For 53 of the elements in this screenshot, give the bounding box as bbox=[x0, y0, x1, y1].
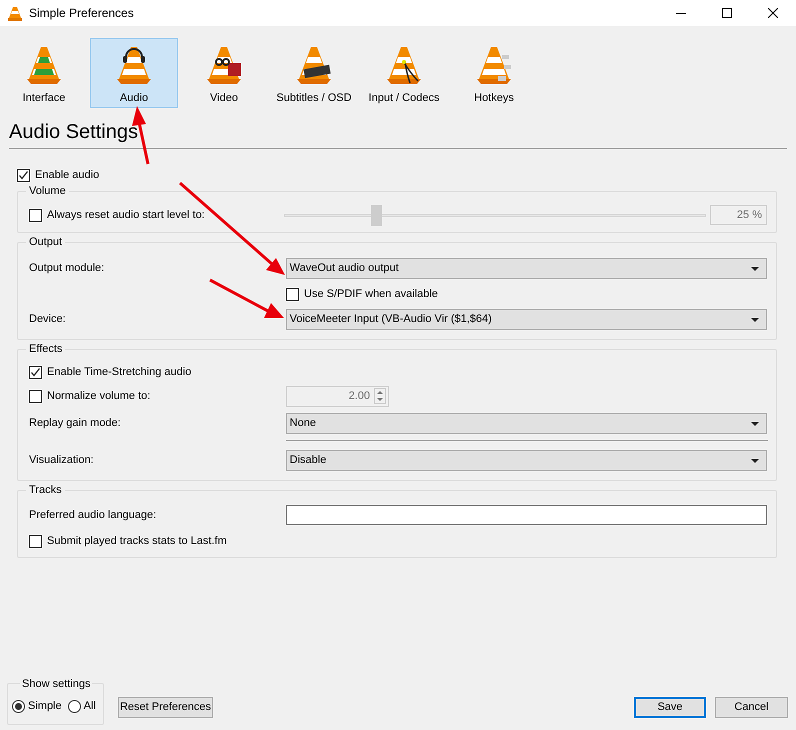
page-heading: Audio Settings bbox=[9, 120, 139, 144]
dropdown[interactable]: None bbox=[286, 413, 767, 434]
field-label: Replay gain mode: bbox=[29, 416, 122, 432]
reset-button[interactable]: Reset Preferences bbox=[118, 697, 213, 718]
close-icon[interactable] bbox=[768, 8, 778, 18]
radio-label: All bbox=[84, 699, 96, 714]
field-label: Preferred audio language: bbox=[29, 508, 158, 523]
checkbox[interactable] bbox=[286, 288, 299, 300]
traffic-cone-icon bbox=[206, 45, 242, 85]
caret-icon bbox=[751, 266, 759, 270]
checkbox[interactable] bbox=[17, 168, 30, 182]
checkbox[interactable] bbox=[29, 534, 42, 548]
value-field: 25 % bbox=[710, 205, 767, 225]
slider-thumb[interactable] bbox=[370, 204, 382, 226]
field-label: Output module: bbox=[29, 261, 106, 276]
field-label: Visualization: bbox=[29, 453, 95, 468]
text-input[interactable] bbox=[286, 505, 767, 525]
dropdown[interactable]: Disable bbox=[286, 450, 767, 471]
traffic-cone-icon bbox=[386, 45, 422, 85]
radio-button[interactable] bbox=[12, 700, 25, 713]
field-label: Device: bbox=[29, 312, 67, 328]
category-tab[interactable]: Hotkeys bbox=[450, 38, 538, 108]
dialog-button[interactable]: Save bbox=[634, 697, 706, 718]
checkbox-label: Use S/PDIF when available bbox=[304, 286, 438, 302]
category-tab[interactable]: Subtitles / OSD bbox=[270, 38, 358, 108]
radio-label: Simple bbox=[28, 699, 62, 714]
checkbox[interactable] bbox=[29, 208, 42, 222]
window-title: Simple Preferences bbox=[29, 5, 134, 22]
caret-icon bbox=[751, 422, 759, 426]
dropdown[interactable]: WaveOut audio output bbox=[286, 258, 767, 279]
dialog-button[interactable]: Cancel bbox=[715, 697, 788, 718]
group-title: Show settings bbox=[20, 676, 92, 692]
checkbox[interactable] bbox=[29, 366, 42, 378]
checkbox-label: Normalize volume to: bbox=[47, 388, 152, 404]
group-title: Output bbox=[26, 235, 66, 249]
traffic-cone-icon bbox=[476, 45, 512, 85]
caret-icon bbox=[751, 458, 759, 462]
category-tab[interactable]: Video bbox=[180, 38, 268, 108]
app-logo-icon bbox=[8, 6, 22, 20]
caret-icon bbox=[751, 318, 759, 322]
checkbox-label: Submit played tracks stats to Last.fm bbox=[47, 534, 227, 549]
checkbox-label: Enable audio bbox=[35, 168, 100, 183]
traffic-cone-icon bbox=[26, 45, 62, 85]
radio-button[interactable] bbox=[68, 700, 81, 713]
category-tab[interactable]: Input / Codecs bbox=[360, 38, 448, 108]
checkbox-label: Always reset audio start level to: bbox=[47, 208, 206, 223]
category-tab[interactable]: Interface bbox=[0, 38, 88, 108]
category-tab[interactable]: Audio bbox=[90, 38, 178, 108]
checkbox-label: Enable Time-Stretching audio bbox=[47, 364, 192, 380]
traffic-cone-icon bbox=[116, 45, 152, 85]
traffic-cone-icon bbox=[296, 45, 332, 85]
dropdown[interactable]: VoiceMeeter Input (VB-Audio Vir ($1,$64) bbox=[286, 309, 767, 330]
slider[interactable] bbox=[284, 204, 706, 226]
